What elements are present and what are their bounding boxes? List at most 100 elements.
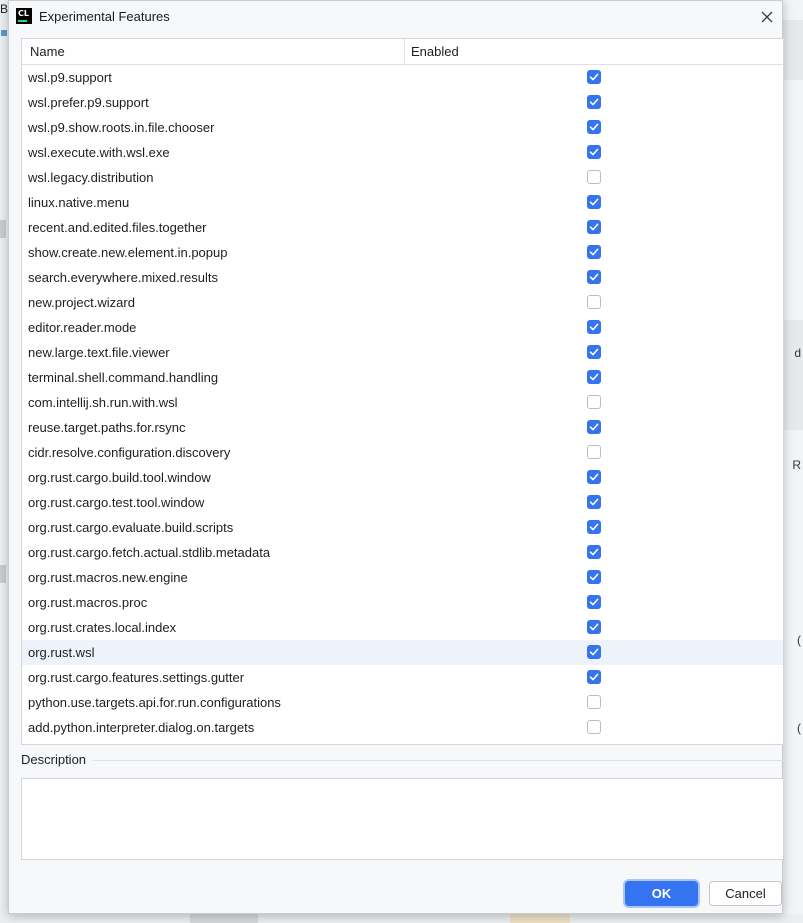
- table-row[interactable]: org.rust.crates.local.index: [22, 615, 783, 640]
- table-row[interactable]: reuse.target.paths.for.rsync: [22, 415, 783, 440]
- close-button[interactable]: [755, 5, 779, 29]
- table-row[interactable]: org.rust.macros.new.engine: [22, 565, 783, 590]
- feature-name: org.rust.cargo.features.settings.gutter: [28, 670, 245, 685]
- enabled-checkbox[interactable]: [587, 70, 601, 84]
- ok-button[interactable]: OK: [625, 881, 698, 906]
- enabled-checkbox[interactable]: [587, 120, 601, 134]
- enabled-checkbox[interactable]: [587, 670, 601, 684]
- feature-name: cidr.resolve.configuration.discovery: [28, 445, 231, 460]
- feature-name: terminal.shell.command.handling: [28, 370, 219, 385]
- feature-name: recent.and.edited.files.together: [28, 220, 207, 235]
- feature-name: wsl.p9.show.roots.in.file.chooser: [28, 120, 215, 135]
- table-row[interactable]: wsl.p9.show.roots.in.file.chooser: [22, 115, 783, 140]
- enabled-checkbox[interactable]: [587, 245, 601, 259]
- description-panel: [21, 778, 784, 860]
- feature-name: org.rust.cargo.fetch.actual.stdlib.metad…: [28, 545, 271, 560]
- enabled-checkbox[interactable]: [587, 695, 601, 709]
- table-row[interactable]: wsl.p9.support: [22, 65, 783, 90]
- enabled-checkbox[interactable]: [587, 195, 601, 209]
- table-row[interactable]: linux.native.menu: [22, 190, 783, 215]
- background-tab: [190, 914, 258, 923]
- enabled-checkbox[interactable]: [587, 520, 601, 534]
- column-header-name[interactable]: Name: [30, 39, 65, 64]
- feature-name: add.python.interpreter.dialog.on.targets: [28, 720, 255, 735]
- enabled-checkbox[interactable]: [587, 345, 601, 359]
- cancel-button[interactable]: Cancel: [709, 881, 782, 906]
- table-row[interactable]: editor.reader.mode: [22, 315, 783, 340]
- close-icon: [761, 11, 773, 23]
- background-mark: (: [797, 633, 801, 647]
- table-row[interactable]: org.rust.wsl: [22, 640, 783, 665]
- enabled-checkbox[interactable]: [587, 620, 601, 634]
- table-row[interactable]: org.rust.cargo.fetch.actual.stdlib.metad…: [22, 540, 783, 565]
- feature-name: show.create.new.element.in.popup: [28, 245, 228, 260]
- table-row[interactable]: add.python.interpreter.dialog.on.targets: [22, 715, 783, 740]
- enabled-checkbox[interactable]: [587, 420, 601, 434]
- table-row[interactable]: new.large.text.file.viewer: [22, 340, 783, 365]
- background-mark: R: [792, 458, 801, 472]
- feature-name: org.rust.cargo.test.tool.window: [28, 495, 205, 510]
- checkmark-icon: [589, 623, 599, 631]
- enabled-checkbox[interactable]: [587, 545, 601, 559]
- table-row[interactable]: com.intellij.sh.run.with.wsl: [22, 390, 783, 415]
- table-row[interactable]: org.rust.macros.proc: [22, 590, 783, 615]
- features-table[interactable]: Name Enabled wsl.p9.support wsl.prefer.p9…: [21, 38, 784, 745]
- enabled-checkbox[interactable]: [587, 295, 601, 309]
- enabled-checkbox[interactable]: [587, 595, 601, 609]
- table-row[interactable]: python.use.targets.api.for.run.configura…: [22, 690, 783, 715]
- table-row[interactable]: show.create.new.element.in.popup: [22, 240, 783, 265]
- enabled-checkbox[interactable]: [587, 145, 601, 159]
- checkmark-icon: [589, 323, 599, 331]
- enabled-checkbox[interactable]: [587, 645, 601, 659]
- enabled-checkbox[interactable]: [587, 320, 601, 334]
- feature-name: org.rust.macros.new.engine: [28, 570, 188, 585]
- checkmark-icon: [589, 273, 599, 281]
- enabled-checkbox[interactable]: [587, 395, 601, 409]
- feature-name: com.intellij.sh.run.with.wsl: [28, 395, 178, 410]
- background-mark: d: [794, 346, 801, 360]
- background-marker: [0, 220, 6, 238]
- table-row[interactable]: recent.and.edited.files.together: [22, 215, 783, 240]
- enabled-checkbox[interactable]: [587, 445, 601, 459]
- clion-app-icon: CL: [16, 8, 32, 24]
- enabled-checkbox[interactable]: [587, 270, 601, 284]
- table-row[interactable]: new.project.wizard: [22, 290, 783, 315]
- checkmark-icon: [589, 548, 599, 556]
- experimental-features-dialog: CL Experimental Features Name Enabled ws…: [8, 0, 784, 914]
- enabled-checkbox[interactable]: [587, 570, 601, 584]
- table-row[interactable]: org.rust.cargo.evaluate.build.scripts: [22, 515, 783, 540]
- table-row[interactable]: cidr.resolve.configuration.discovery: [22, 440, 783, 465]
- column-header-enabled[interactable]: Enabled: [411, 39, 459, 64]
- app-icon-stripe: [18, 20, 27, 22]
- feature-name: org.rust.wsl: [28, 645, 95, 660]
- table-row[interactable]: wsl.execute.with.wsl.exe: [22, 140, 783, 165]
- enabled-checkbox[interactable]: [587, 495, 601, 509]
- table-row[interactable]: org.rust.cargo.test.tool.window: [22, 490, 783, 515]
- enabled-checkbox[interactable]: [587, 95, 601, 109]
- table-row[interactable]: terminal.shell.command.handling: [22, 365, 783, 390]
- checkmark-icon: [589, 123, 599, 131]
- checkmark-icon: [589, 373, 599, 381]
- column-divider[interactable]: [404, 39, 405, 64]
- table-row[interactable]: wsl.prefer.p9.support: [22, 90, 783, 115]
- checkmark-icon: [589, 73, 599, 81]
- feature-name: org.rust.cargo.build.tool.window: [28, 470, 211, 485]
- enabled-checkbox[interactable]: [587, 470, 601, 484]
- feature-name: wsl.legacy.distribution: [28, 170, 154, 185]
- table-row[interactable]: wsl.legacy.distribution: [22, 165, 783, 190]
- background-panel: [783, 20, 803, 80]
- background-swatch: [1, 30, 7, 36]
- enabled-checkbox[interactable]: [587, 720, 601, 734]
- feature-name: editor.reader.mode: [28, 320, 137, 335]
- table-row[interactable]: search.everywhere.mixed.results: [22, 265, 783, 290]
- dialog-titlebar[interactable]: CL Experimental Features: [9, 1, 782, 33]
- table-body: wsl.p9.support wsl.prefer.p9.support wsl.p…: [22, 65, 783, 740]
- checkmark-icon: [589, 648, 599, 656]
- table-row[interactable]: org.rust.cargo.build.tool.window: [22, 465, 783, 490]
- feature-name: new.project.wizard: [28, 295, 135, 310]
- enabled-checkbox[interactable]: [587, 220, 601, 234]
- enabled-checkbox[interactable]: [587, 370, 601, 384]
- table-row[interactable]: org.rust.cargo.features.settings.gutter: [22, 665, 783, 690]
- enabled-checkbox[interactable]: [587, 170, 601, 184]
- feature-name: org.rust.crates.local.index: [28, 620, 177, 635]
